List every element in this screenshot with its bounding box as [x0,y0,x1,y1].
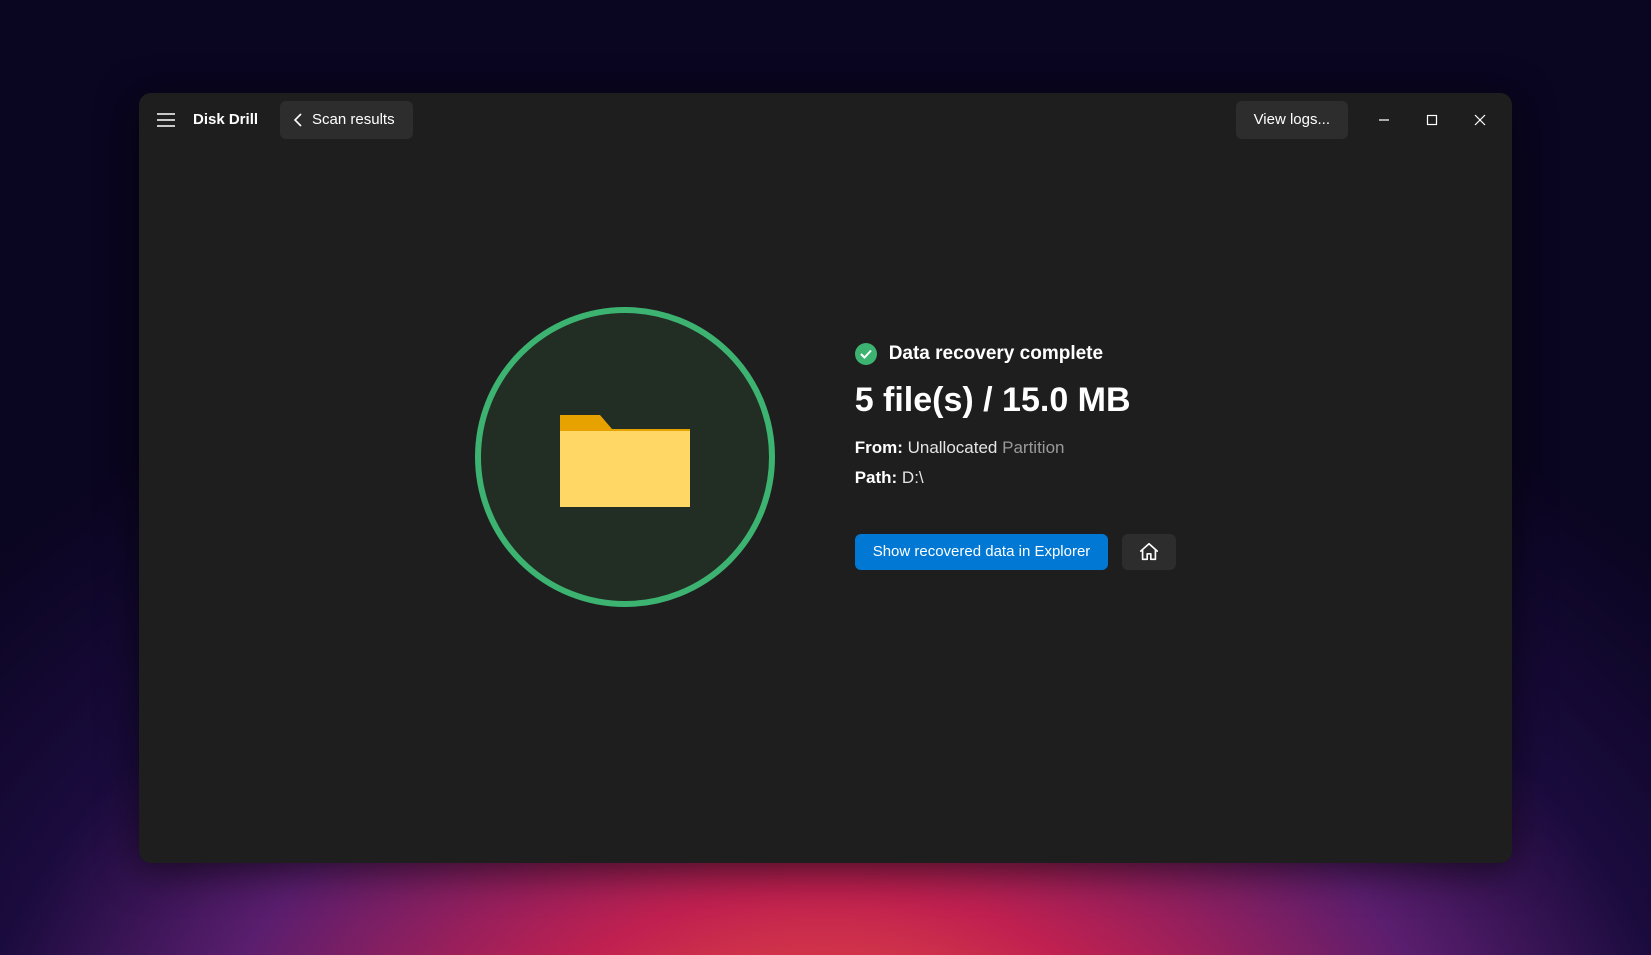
menu-button[interactable] [147,101,185,139]
maximize-button[interactable] [1408,101,1456,139]
info-column: Data recovery complete 5 file(s) / 15.0 … [855,307,1177,570]
back-button[interactable]: Scan results [280,101,413,139]
menu-icon [157,113,175,127]
maximize-icon [1426,114,1438,126]
folder-icon [550,397,700,517]
app-title: Disk Drill [193,111,258,128]
back-label: Scan results [312,111,395,128]
summary-text: 5 file(s) / 15.0 MB [855,381,1177,420]
content-area: Data recovery complete 5 file(s) / 15.0 … [139,147,1512,863]
home-icon [1138,541,1160,563]
view-logs-button[interactable]: View logs... [1236,101,1348,139]
close-button[interactable] [1456,101,1504,139]
from-value-primary: Unallocated [908,438,998,457]
app-window: Disk Drill Scan results View logs... [139,93,1512,863]
chevron-left-icon [294,113,302,127]
check-icon [860,349,872,359]
window-controls [1360,101,1504,139]
from-value-secondary: Partition [1002,438,1064,457]
status-text: Data recovery complete [889,343,1103,365]
status-row: Data recovery complete [855,343,1177,365]
minimize-button[interactable] [1360,101,1408,139]
success-circle [475,307,775,607]
path-label: Path: [855,468,898,487]
check-badge [855,343,877,365]
from-line: From: Unallocated Partition [855,438,1177,458]
minimize-icon [1378,114,1390,126]
show-in-explorer-button[interactable]: Show recovered data in Explorer [855,534,1109,570]
path-value: D:\ [902,468,924,487]
from-label: From: [855,438,903,457]
path-line: Path: D:\ [855,468,1177,488]
close-icon [1474,114,1486,126]
home-button[interactable] [1122,534,1176,570]
titlebar: Disk Drill Scan results View logs... [139,93,1512,147]
actions-row: Show recovered data in Explorer [855,534,1177,570]
